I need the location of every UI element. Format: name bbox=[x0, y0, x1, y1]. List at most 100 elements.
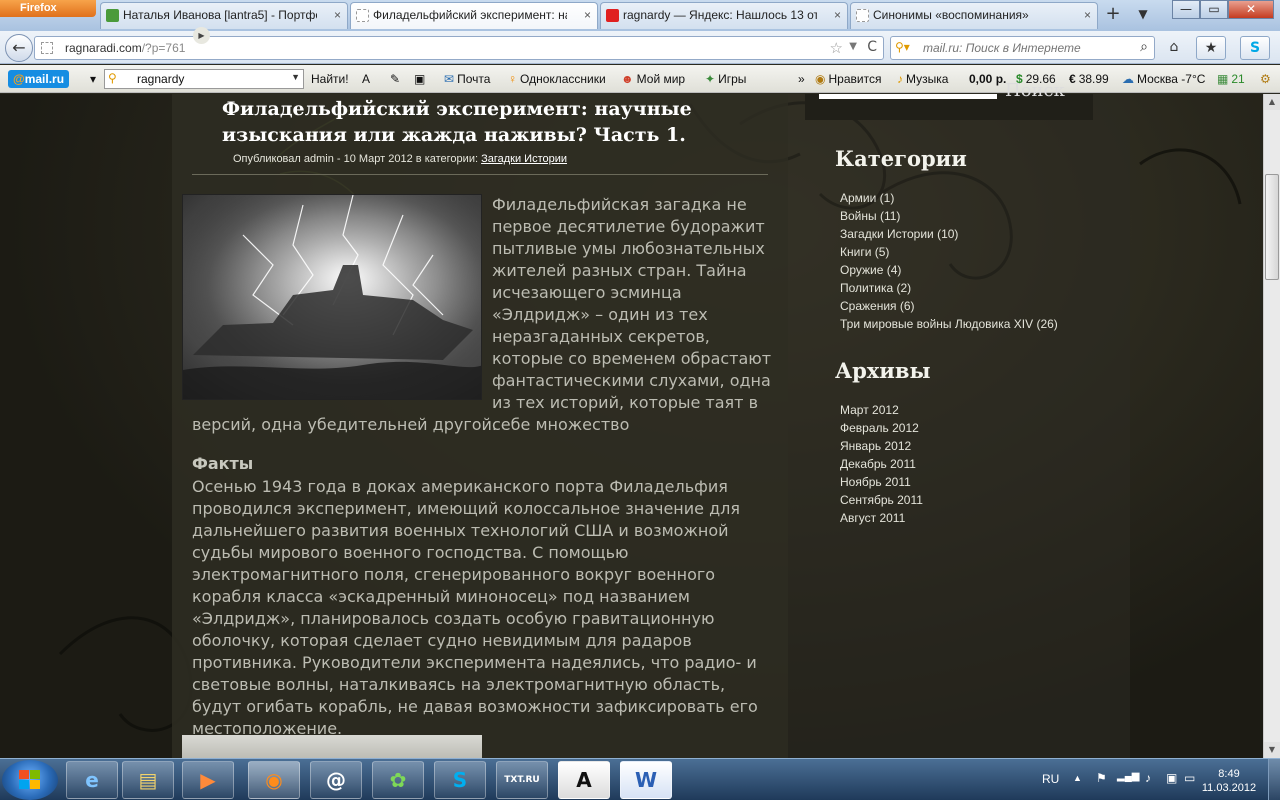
destroyer-lightning-image bbox=[182, 194, 482, 400]
history-dropdown-icon[interactable]: ▼ bbox=[849, 41, 857, 52]
music-link[interactable]: ♪ Музыка bbox=[897, 72, 948, 86]
network-signal-icon[interactable]: ▂▄▆ bbox=[1117, 771, 1139, 800]
archive-link[interactable]: Март 2012 bbox=[840, 401, 923, 419]
battery-icon[interactable]: ▭ bbox=[1184, 771, 1195, 800]
show-desktop-button[interactable] bbox=[1268, 759, 1280, 800]
weather-widget[interactable]: ☁ Москва -7°C bbox=[1122, 72, 1205, 86]
mailru-search-value: ragnardy bbox=[137, 72, 185, 86]
minimize-button[interactable]: — bbox=[1172, 0, 1200, 19]
close-window-button[interactable]: ✕ bbox=[1228, 0, 1274, 19]
url-text[interactable]: ragnaradi.com/?p=761 bbox=[65, 41, 185, 55]
txt-ru-icon[interactable]: TXT.RU bbox=[496, 761, 548, 799]
archive-link[interactable]: Февраль 2012 bbox=[840, 419, 923, 437]
skype-addon-button[interactable]: S bbox=[1240, 36, 1270, 60]
site-identity-icon[interactable] bbox=[41, 42, 53, 54]
my-world-link[interactable]: ☻ Мой мир bbox=[621, 72, 685, 86]
category-link[interactable]: Книги (5) bbox=[840, 243, 1058, 261]
traffic-widget[interactable]: ▦ 21 bbox=[1217, 72, 1245, 86]
search-go-icon[interactable]: ⌕ bbox=[1140, 39, 1148, 55]
start-button[interactable] bbox=[2, 760, 58, 800]
post-category-link[interactable]: Загадки Истории bbox=[481, 153, 567, 165]
firefox-taskbar-icon[interactable]: ◉ bbox=[248, 761, 300, 799]
tab-close-icon[interactable]: × bbox=[334, 3, 341, 28]
word-icon[interactable]: W bbox=[620, 761, 672, 799]
category-link[interactable]: Три мировые войны Людовика XIV (26) bbox=[840, 315, 1058, 333]
traffic-light-icon: ▦ bbox=[1217, 72, 1229, 86]
post-play-icon[interactable]: ▶ bbox=[193, 27, 210, 44]
facts-heading: Факты bbox=[192, 454, 254, 473]
bookmarks-menu-button[interactable]: ★ bbox=[1196, 36, 1226, 60]
mailru-search-field[interactable]: ⚲ ragnardy ▼ bbox=[104, 69, 304, 89]
system-clock[interactable]: 8:49 11.03.2012 bbox=[1196, 767, 1262, 795]
settings-gear-icon[interactable]: ⚙ bbox=[1260, 72, 1271, 86]
mailru-menu-dropdown-icon[interactable]: ▾ bbox=[90, 72, 96, 86]
tab-close-icon[interactable]: × bbox=[584, 3, 591, 28]
volume-icon[interactable]: ♪ bbox=[1145, 771, 1151, 800]
tab-label: Филадельфийский эксперимент: на... bbox=[373, 8, 567, 22]
more-chevron-icon[interactable]: » bbox=[798, 72, 805, 86]
archive-link[interactable]: Август 2011 bbox=[840, 509, 923, 527]
games-link[interactable]: ✦ Игры bbox=[705, 72, 746, 86]
post-title[interactable]: Филадельфийский эксперимент: научные изы… bbox=[222, 96, 722, 148]
internet-explorer-icon[interactable]: e bbox=[66, 761, 118, 799]
category-link[interactable]: Сражения (6) bbox=[840, 297, 1058, 315]
windows-logo-icon bbox=[19, 770, 41, 790]
new-tab-button[interactable]: + bbox=[1101, 4, 1125, 26]
icq-icon[interactable]: ✿ bbox=[372, 761, 424, 799]
archive-link[interactable]: Январь 2012 bbox=[840, 437, 923, 455]
find-button[interactable]: Найти! bbox=[311, 72, 349, 86]
tab-yandex[interactable]: ragnardy — Яндекс: Нашлось 13 отв... × bbox=[600, 2, 848, 29]
archive-link[interactable]: Декабрь 2011 bbox=[840, 455, 923, 473]
back-button[interactable]: ← bbox=[5, 34, 33, 62]
odnoklassniki-link[interactable]: ♀ Одноклассники bbox=[508, 72, 606, 86]
category-link[interactable]: Загадки Истории (10) bbox=[840, 225, 1058, 243]
balance-value[interactable]: 0,00 р. bbox=[969, 72, 1006, 86]
scroll-down-arrow-icon[interactable]: ▼ bbox=[1264, 742, 1280, 758]
home-button[interactable]: ⌂ bbox=[1162, 36, 1186, 60]
maximize-button[interactable]: ▭ bbox=[1200, 0, 1228, 19]
language-indicator[interactable]: RU bbox=[1042, 772, 1059, 800]
mailru-logo[interactable]: @mail.ru bbox=[8, 70, 70, 88]
tab-synonyms[interactable]: Синонимы «воспоминания» × bbox=[850, 2, 1098, 29]
tab-close-icon[interactable]: × bbox=[1084, 3, 1091, 28]
action-center-flag-icon[interactable]: ⚑ bbox=[1096, 771, 1107, 800]
firefox-menu-button[interactable]: Firefox bbox=[0, 0, 96, 17]
explorer-icon[interactable]: ▤ bbox=[122, 761, 174, 799]
chevron-down-icon[interactable]: ▼ bbox=[291, 72, 300, 82]
scrollbar-thumb[interactable] bbox=[1265, 174, 1279, 280]
category-link[interactable]: Оружие (4) bbox=[840, 261, 1058, 279]
tab-philadelphia[interactable]: Филадельфийский эксперимент: на... × bbox=[350, 2, 598, 29]
search-engine-icon[interactable]: ⚲▾ bbox=[895, 40, 910, 54]
scroll-up-arrow-icon[interactable]: ▲ bbox=[1264, 94, 1280, 110]
category-link[interactable]: Войны (11) bbox=[840, 207, 1058, 225]
show-hidden-icons-icon[interactable]: ▲ bbox=[1073, 773, 1082, 800]
categories-list: Армии (1) Войны (11) Загадки Истории (10… bbox=[840, 189, 1058, 333]
reload-icon[interactable]: C bbox=[867, 39, 877, 55]
text-size-icon[interactable]: A bbox=[362, 72, 373, 86]
screenshot-icon[interactable]: ▣ bbox=[414, 72, 428, 86]
archive-link[interactable]: Ноябрь 2011 bbox=[840, 473, 923, 491]
sidebar-search-button[interactable]: Поиск bbox=[1005, 80, 1065, 101]
archive-link[interactable]: Сентябрь 2011 bbox=[840, 491, 923, 509]
highlight-icon[interactable]: ✎ bbox=[390, 72, 403, 86]
font-app-icon[interactable]: A bbox=[558, 761, 610, 799]
bookmark-star-icon[interactable]: ☆ bbox=[830, 39, 843, 57]
tab-list-button[interactable]: ▼ bbox=[1132, 4, 1154, 26]
category-link[interactable]: Политика (2) bbox=[840, 279, 1058, 297]
like-icon: ◉ bbox=[815, 72, 826, 86]
eur-rate[interactable]: €38.99 bbox=[1069, 72, 1109, 86]
mail-link[interactable]: ✉ Почта bbox=[444, 72, 490, 86]
skype-taskbar-icon[interactable]: S bbox=[434, 761, 486, 799]
mail-agent-icon[interactable]: @ bbox=[310, 761, 362, 799]
tray-app-icon[interactable]: ▣ bbox=[1166, 771, 1177, 800]
tab-portfolio[interactable]: Наталья Иванова [lantra5] - Портфо... × bbox=[100, 2, 348, 29]
vertical-scrollbar[interactable]: ▲ ▼ bbox=[1263, 94, 1280, 758]
category-link[interactable]: Армии (1) bbox=[840, 189, 1058, 207]
web-search-input[interactable] bbox=[923, 40, 1123, 56]
url-bar[interactable]: ragnaradi.com/?p=761 ☆ ▼ C bbox=[34, 36, 884, 60]
tab-favicon-icon bbox=[856, 9, 869, 22]
media-player-icon[interactable]: ▶ bbox=[182, 761, 234, 799]
tab-close-icon[interactable]: × bbox=[834, 3, 841, 28]
like-link[interactable]: ◉ Нравится bbox=[815, 72, 881, 86]
sidebar-search-input[interactable] bbox=[819, 94, 997, 99]
